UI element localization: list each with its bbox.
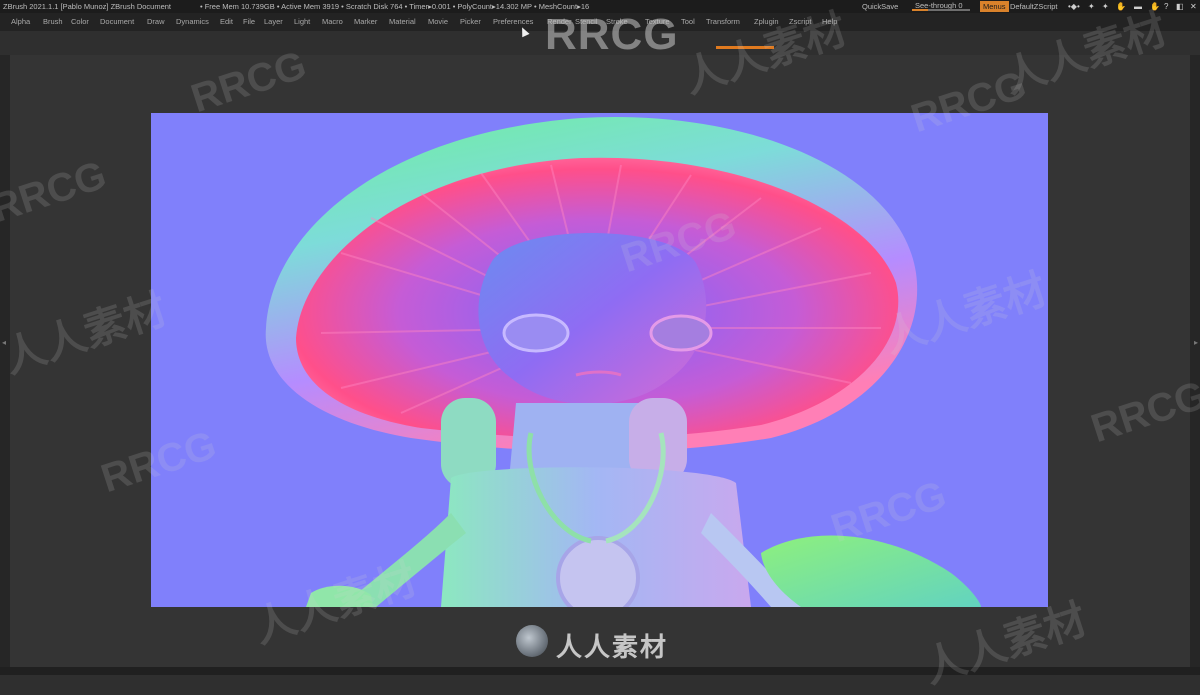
menu-dynamics[interactable]: Dynamics <box>176 13 209 31</box>
menu-brush[interactable]: Brush <box>43 13 63 31</box>
dot-menu-icon[interactable]: •◆• <box>1068 0 1080 13</box>
menu-layer[interactable]: Layer <box>264 13 283 31</box>
see-through-slider[interactable]: See-through 0 <box>912 0 970 13</box>
menu-marker[interactable]: Marker <box>354 13 377 31</box>
menu-material[interactable]: Material <box>389 13 416 31</box>
menu-draw[interactable]: Draw <box>147 13 165 31</box>
logo-circle-icon <box>516 625 548 657</box>
watermark-logo: RRCG <box>545 10 679 59</box>
default-zscript-button[interactable]: DefaultZScript <box>1010 0 1058 13</box>
menus-button[interactable]: Menus <box>980 1 1009 12</box>
right-tray[interactable] <box>1190 55 1200 667</box>
minimize-icon[interactable]: ◧ <box>1176 0 1184 13</box>
close-icon[interactable]: ✕ <box>1190 0 1197 13</box>
menu-edit[interactable]: Edit <box>220 13 233 31</box>
bottom-tray[interactable] <box>0 667 1200 675</box>
menu-alpha[interactable]: Alpha <box>11 13 30 31</box>
menu-file[interactable]: File <box>243 13 255 31</box>
help-icon[interactable]: ? <box>1164 0 1168 13</box>
menu-document[interactable]: Document <box>100 13 134 31</box>
bottom-watermark-logo: 人人素材 <box>516 625 696 662</box>
layout-icon[interactable]: ✦ <box>1088 0 1095 13</box>
menu-color[interactable]: Color <box>71 13 89 31</box>
menu-picker[interactable]: Picker <box>460 13 481 31</box>
menu-macro[interactable]: Macro <box>322 13 343 31</box>
menu-tool[interactable]: Tool <box>681 13 695 31</box>
status-stats: • Free Mem 10.739GB • Active Mem 3919 • … <box>200 2 590 11</box>
app-title: ZBrush 2021.1.1 [Pablo Munoz] ZBrush Doc… <box>3 2 172 11</box>
viewport-canvas[interactable] <box>151 113 1048 607</box>
menu-movie[interactable]: Movie <box>428 13 448 31</box>
menu-light[interactable]: Light <box>294 13 310 31</box>
quicksave-button[interactable]: QuickSave <box>862 0 898 13</box>
mushroom-character-sculpt <box>265 116 981 607</box>
right-tray-toggle-icon[interactable]: ▸ <box>1194 338 1198 347</box>
